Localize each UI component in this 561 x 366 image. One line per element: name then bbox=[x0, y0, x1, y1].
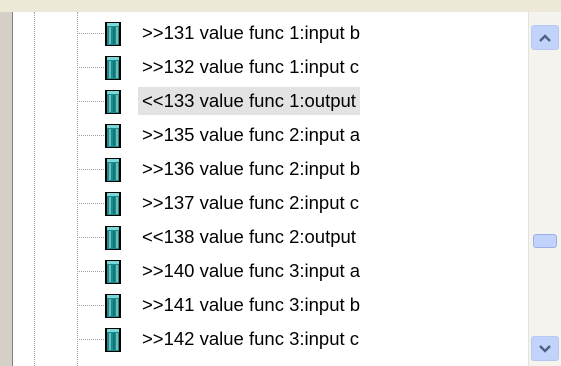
tree-item[interactable]: >>131 value func 1:input b bbox=[13, 16, 527, 50]
node-icon bbox=[105, 158, 121, 182]
node-icon bbox=[105, 226, 121, 250]
tree-item-label[interactable]: >>132 value func 1:input c bbox=[138, 53, 363, 81]
node-icon bbox=[105, 192, 121, 216]
tree-item-selected[interactable]: <<133 value func 1:output bbox=[13, 84, 527, 118]
vertical-scrollbar[interactable] bbox=[528, 12, 561, 366]
node-icon bbox=[105, 90, 121, 114]
chevron-up-icon bbox=[539, 33, 551, 42]
tree-item[interactable]: >>135 value func 2:input a bbox=[13, 118, 527, 152]
tree-branch-line bbox=[77, 169, 104, 170]
tree-item-label[interactable]: >>137 value func 2:input c bbox=[138, 189, 363, 217]
chevron-down-icon bbox=[539, 344, 551, 353]
tree-branch-line bbox=[77, 135, 104, 136]
tree-item[interactable]: >>137 value func 2:input c bbox=[13, 186, 527, 220]
scroll-thumb[interactable] bbox=[533, 234, 557, 248]
scroll-down-button[interactable] bbox=[531, 336, 559, 361]
node-icon bbox=[105, 260, 121, 284]
tree-branch-line bbox=[77, 33, 104, 34]
tree-branch-line bbox=[77, 203, 104, 204]
tree-item[interactable]: >>140 value func 3:input a bbox=[13, 254, 527, 288]
tree-item-label[interactable]: >>141 value func 3:input b bbox=[138, 291, 364, 319]
tree-branch-line bbox=[77, 271, 104, 272]
tree-left-margin bbox=[0, 12, 13, 366]
tree-branch-line bbox=[77, 101, 104, 102]
node-icon bbox=[105, 124, 121, 148]
tree-branch-line bbox=[77, 237, 104, 238]
node-icon bbox=[105, 294, 121, 318]
tree-item-label[interactable]: >>135 value func 2:input a bbox=[138, 121, 364, 149]
tree-item-label[interactable]: >>131 value func 1:input b bbox=[138, 19, 364, 47]
tree-item-label[interactable]: <<133 value func 1:output bbox=[138, 87, 360, 115]
tree-item-label[interactable]: >>140 value func 3:input a bbox=[138, 257, 364, 285]
tree-item[interactable]: >>141 value func 3:input b bbox=[13, 288, 527, 322]
tree-branch-line bbox=[77, 67, 104, 68]
tree-item[interactable]: >>132 value func 1:input c bbox=[13, 50, 527, 84]
node-icon bbox=[105, 328, 121, 352]
tree-item-label[interactable]: <<138 value func 2:output bbox=[138, 223, 360, 251]
tree-branch-line bbox=[77, 339, 104, 340]
window-top-border bbox=[0, 0, 561, 12]
tree-view[interactable]: >>131 value func 1:input b >>132 value f… bbox=[13, 12, 527, 366]
tree-branch-line bbox=[77, 305, 104, 306]
node-icon bbox=[105, 56, 121, 80]
tree-item[interactable]: <<138 value func 2:output bbox=[13, 220, 527, 254]
tree-item-label[interactable]: >>136 value func 2:input b bbox=[138, 155, 364, 183]
tree-item[interactable]: >>136 value func 2:input b bbox=[13, 152, 527, 186]
tree-item[interactable]: >>142 value func 3:input c bbox=[13, 322, 527, 356]
scroll-up-button[interactable] bbox=[531, 25, 559, 50]
node-icon bbox=[105, 22, 121, 46]
tree-item-label[interactable]: >>142 value func 3:input c bbox=[138, 325, 363, 353]
